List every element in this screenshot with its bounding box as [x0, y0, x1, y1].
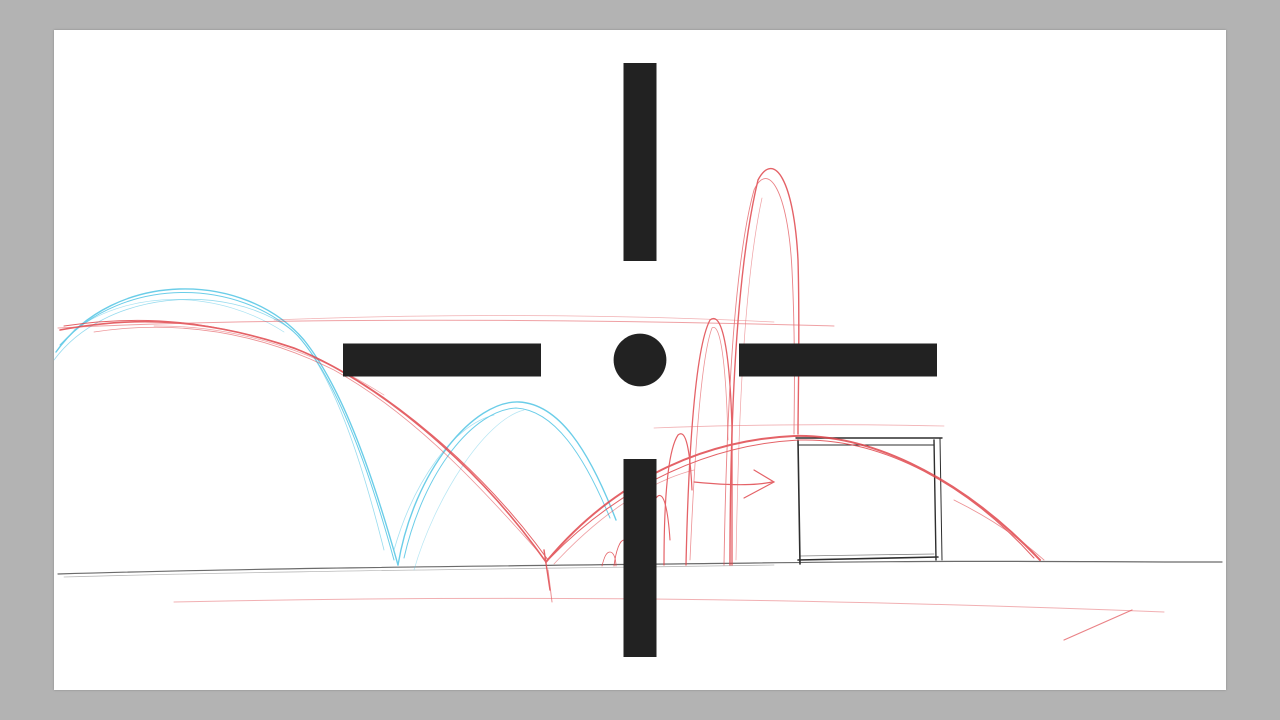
crosshair-cursor-icon — [343, 63, 937, 657]
drawing-canvas[interactable] — [54, 30, 1226, 690]
canvas-workspace — [0, 0, 1280, 720]
